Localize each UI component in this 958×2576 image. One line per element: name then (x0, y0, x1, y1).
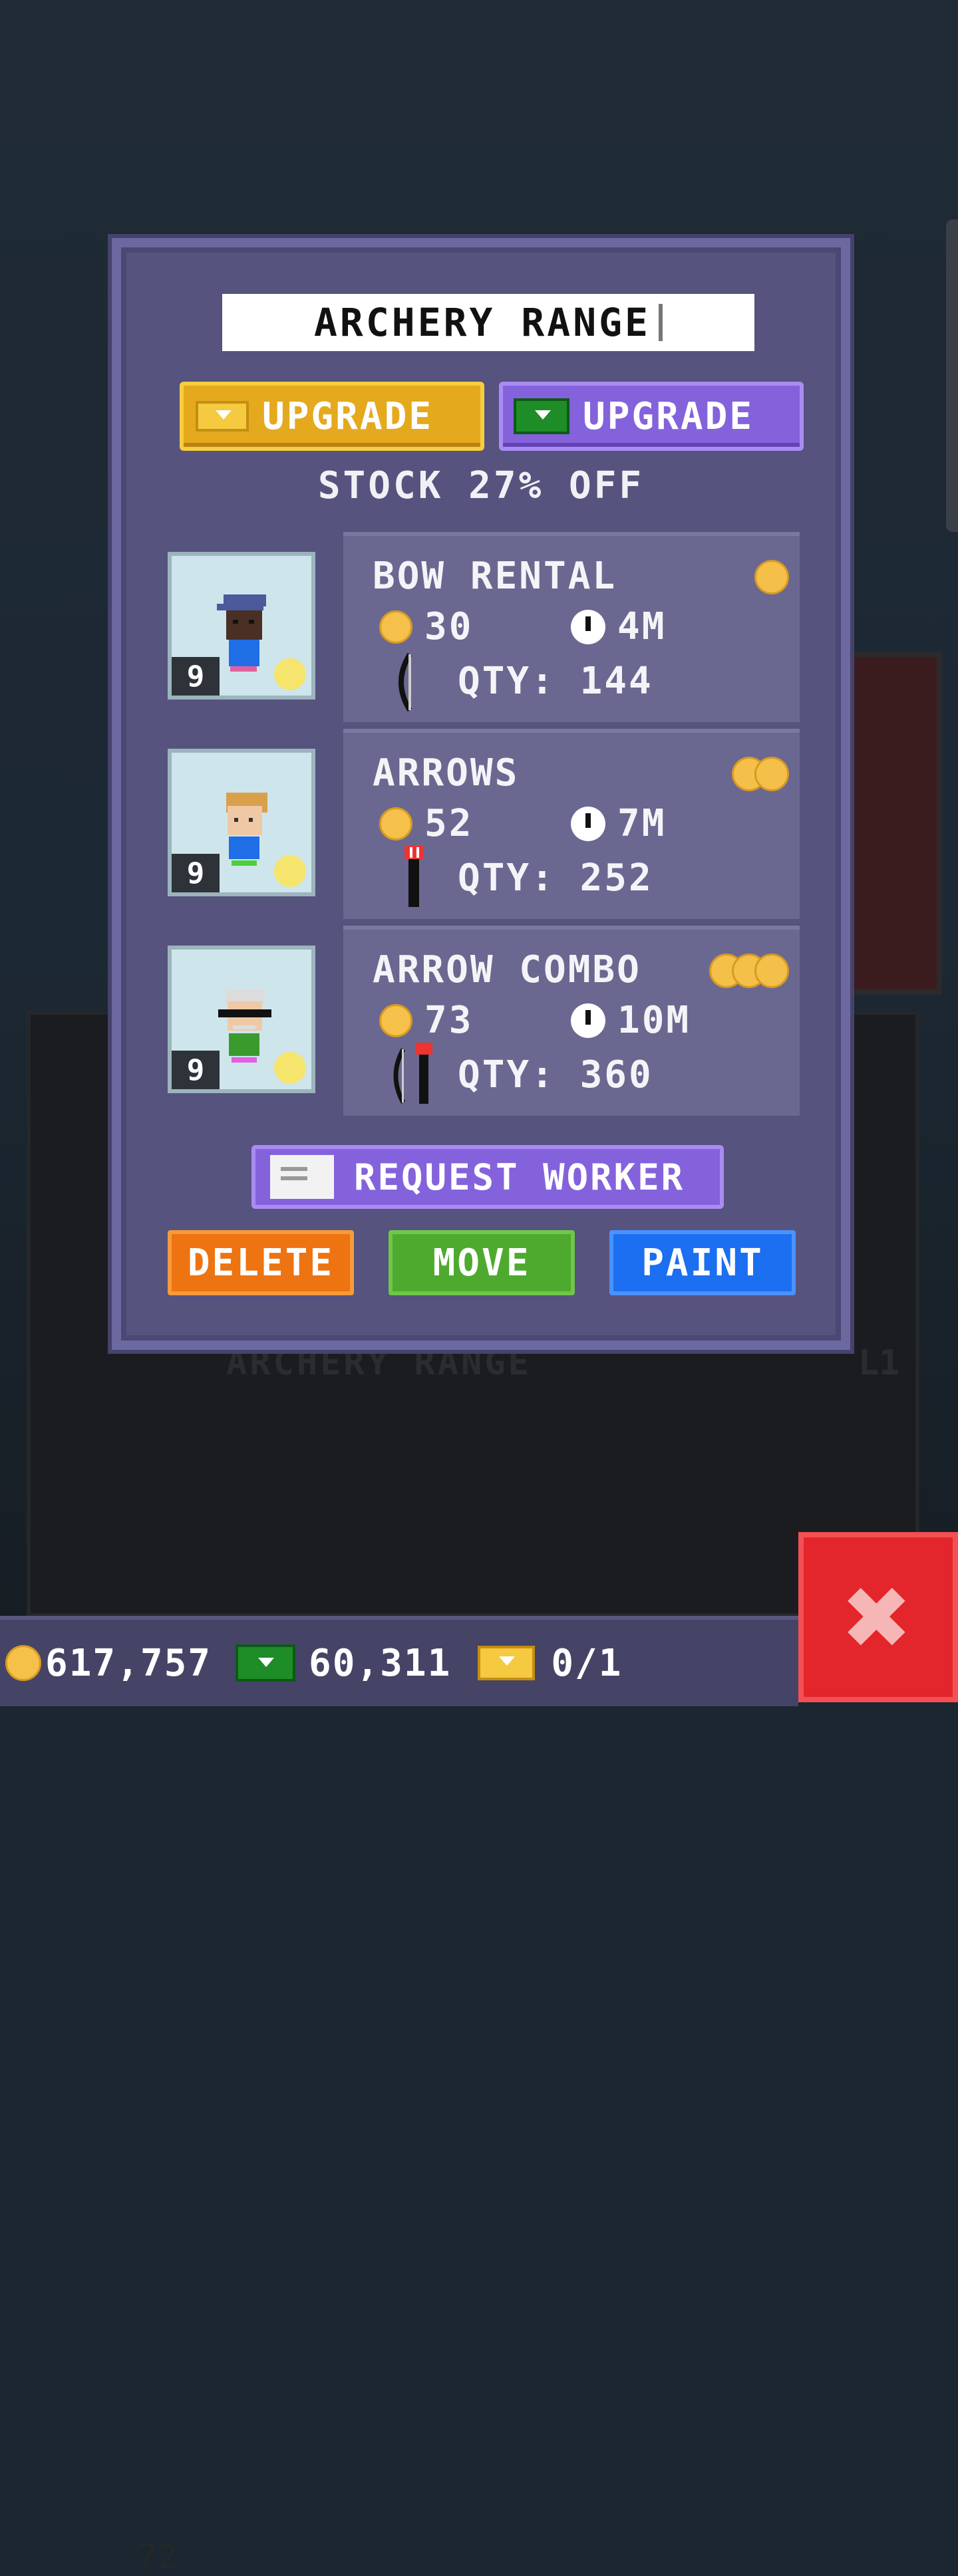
product-price: 30 (379, 605, 473, 648)
coin-icon (754, 954, 789, 988)
text-caret (658, 304, 663, 341)
product-name: BOW RENTAL (373, 555, 617, 598)
mood-icon (274, 658, 306, 690)
upgrade-ticket-button[interactable]: UPGRADE (180, 382, 484, 451)
golden-ticket-icon (196, 401, 249, 432)
worker-sprite (218, 989, 271, 1063)
upgrade-bux-button[interactable]: UPGRADE (499, 382, 804, 451)
worker-level: 9 (172, 1051, 220, 1089)
product-card-arrows[interactable]: ARROWS 52 7M QTY: 252 (343, 729, 800, 919)
paint-button[interactable]: PAINT (609, 1230, 796, 1295)
coin-icon (379, 807, 412, 840)
coin-icon (754, 757, 789, 791)
product-price: 52 (379, 802, 473, 845)
product-name: ARROWS (373, 751, 520, 795)
bux-icon (514, 398, 569, 434)
bux-value: 60,311 (309, 1641, 452, 1685)
clock-icon (571, 806, 605, 841)
coin-icon (379, 610, 412, 644)
move-button[interactable]: MOVE (389, 1230, 575, 1295)
upgrade-bux-label: UPGRADE (583, 394, 754, 438)
coin-icon (754, 560, 789, 594)
product-tier (732, 757, 789, 791)
close-icon: ✖ (844, 1551, 913, 1683)
bow-and-arrow-icon (393, 1043, 432, 1104)
time-value: 10M (617, 999, 691, 1042)
arrow-icon (404, 846, 423, 907)
clock-icon (571, 609, 605, 644)
worker-portrait[interactable]: 9 (168, 552, 315, 700)
envelope-icon (270, 1155, 334, 1199)
time-value: 4M (617, 605, 667, 648)
product-name: ARROW COMBO (373, 948, 641, 991)
product-time: 7M (571, 802, 666, 845)
price-value: 30 (424, 605, 474, 648)
product-price: 73 (379, 999, 473, 1042)
upgrade-ticket-label: UPGRADE (262, 394, 434, 438)
product-tier (709, 954, 789, 988)
currency-bar: 617,757 60,311 0/1 (0, 1616, 798, 1706)
product-row: 9 BOW RENTAL 30 4M QTY: 144 (168, 532, 800, 722)
coins-value: 617,757 (45, 1641, 212, 1685)
price-value: 52 (424, 802, 474, 845)
floor-info-panel: ARCHERY RANGE UPGRADE UPGRADE STOCK 27% … (112, 238, 850, 1350)
product-time: 4M (571, 605, 666, 648)
floor-name-text: ARCHERY RANGE (314, 300, 651, 345)
product-row: 9 ARROW COMBO 73 10M QTY: 360 (168, 926, 800, 1116)
request-worker-label: REQUEST WORKER (354, 1156, 685, 1198)
golden-ticket-icon (478, 1646, 536, 1680)
coin-icon (379, 1003, 412, 1037)
product-tier (754, 560, 789, 594)
tickets-value: 0/1 (551, 1641, 623, 1685)
product-row: 9 ARROWS 52 7M QTY: 252 (168, 729, 800, 919)
worker-level: 9 (172, 657, 220, 696)
product-card-bow-rental[interactable]: BOW RENTAL 30 4M QTY: 144 (343, 532, 800, 722)
clock-icon (571, 1003, 605, 1038)
product-card-arrow-combo[interactable]: ARROW COMBO 73 10M QTY: 360 (343, 926, 800, 1116)
delete-button[interactable]: DELETE (168, 1230, 354, 1295)
product-qty: QTY: 360 (458, 1053, 653, 1096)
bux-icon (236, 1644, 296, 1682)
coin-icon (5, 1645, 41, 1681)
product-qty: QTY: 144 (458, 660, 653, 703)
worker-sprite (217, 594, 266, 672)
worker-portrait[interactable]: 9 (168, 946, 315, 1093)
close-button[interactable]: ✖ (798, 1532, 958, 1702)
price-value: 73 (424, 999, 474, 1042)
mood-icon (274, 1052, 306, 1084)
worker-portrait[interactable]: 9 (168, 749, 315, 896)
stock-discount: STOCK 27% OFF (317, 464, 645, 507)
product-qty: QTY: 252 (458, 856, 653, 900)
floor-name-field[interactable]: ARCHERY RANGE (222, 294, 754, 351)
bow-icon (399, 652, 412, 712)
floor-level: L1 (858, 1343, 900, 1383)
product-time: 10M (571, 999, 691, 1042)
worker-sprite (226, 793, 267, 866)
scrollbar[interactable] (946, 219, 958, 532)
worker-level: 9 (172, 854, 220, 892)
floor-number: 72 (137, 2537, 178, 2576)
mood-icon (274, 855, 306, 887)
time-value: 7M (617, 802, 667, 845)
request-worker-button[interactable]: REQUEST WORKER (251, 1145, 724, 1209)
